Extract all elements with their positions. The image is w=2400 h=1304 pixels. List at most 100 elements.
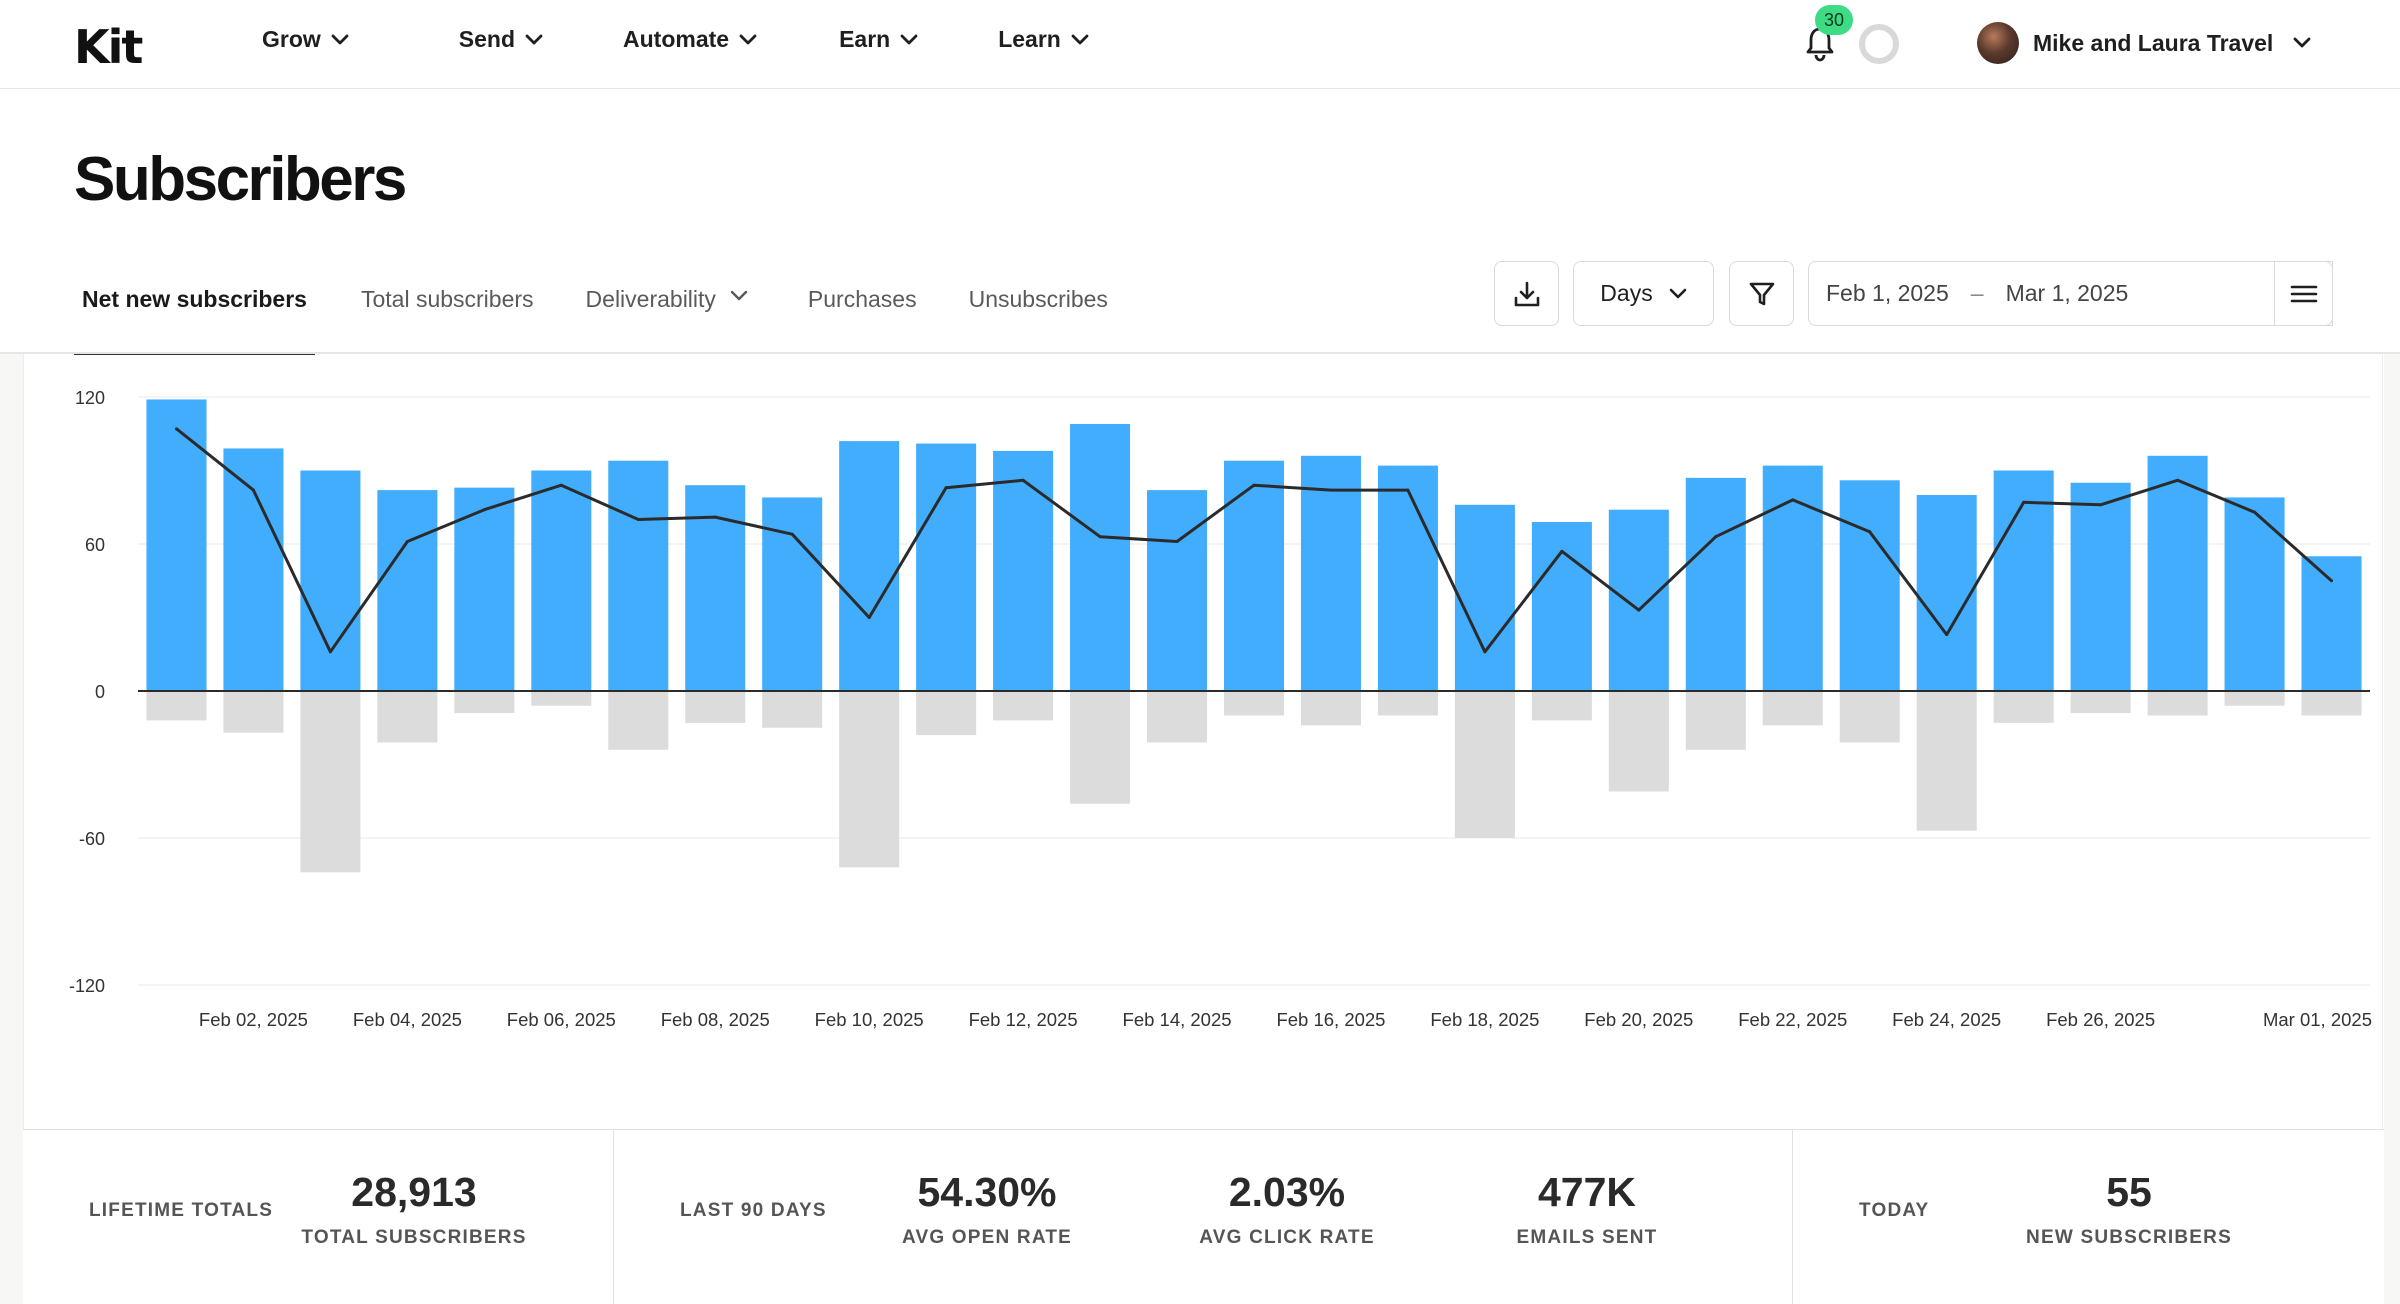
chevron-down-icon (331, 34, 349, 44)
account-menu[interactable]: Mike and Laura Travel (1977, 22, 2311, 64)
nav-send-label: Send (458, 26, 516, 52)
net-new-subscribers-chart: 120 60 0 -60 -120 Feb 02, 2025 Feb 04, 2025 Feb… (69, 388, 2372, 1030)
y-tick-label: 60 (85, 535, 105, 555)
nav-grow[interactable]: Grow (262, 26, 349, 53)
tab-bar: Net new subscribers Total subscribers De… (74, 270, 1116, 355)
unsubscribed-bar (1454, 691, 1515, 838)
nav-send[interactable]: Send (459, 26, 543, 53)
unsubscribed-bar (762, 691, 823, 728)
net-new-point (405, 540, 409, 544)
nav-earn[interactable]: Earn (839, 26, 918, 53)
stat-value: 55 (2106, 1169, 2152, 1215)
avg-open-rate-stat: 54.30% AVG OPEN RATE (902, 1172, 1072, 1249)
tab-deliverability[interactable]: Deliverability (578, 270, 756, 354)
today-group: TODAY 55 NEW SUBSCRIBERS (1793, 1130, 2384, 1304)
net-new-point (1406, 488, 1410, 492)
chevron-down-icon (525, 34, 543, 44)
last-90-days-group: LAST 90 DAYS 54.30% AVG OPEN RATE 2.03% … (614, 1130, 1793, 1304)
unsubscribed-bar (1685, 691, 1746, 750)
date-range-picker[interactable]: Feb 1, 2025 – Mar 1, 2025 (1808, 261, 2333, 326)
unsubscribed-bar (531, 691, 592, 706)
net-new-point (1021, 478, 1025, 482)
subscribed-bar (1531, 521, 1592, 691)
unsubscribed-bar (377, 691, 438, 743)
left-gutter (0, 354, 23, 1304)
unsubscribed-bar (1070, 691, 1131, 804)
date-start[interactable]: Feb 1, 2025 (1826, 280, 1949, 307)
chevron-down-icon (730, 290, 748, 301)
unsubscribed-bar (2070, 691, 2131, 714)
subscribed-bar (2147, 455, 2208, 691)
chart-panel: 120 60 0 -60 -120 Feb 02, 2025 Feb 04, 2025 Feb… (23, 354, 2383, 1129)
preset-menu-button[interactable] (2274, 261, 2333, 326)
y-tick-label: -120 (69, 976, 105, 996)
stat-value: 477K (1537, 1169, 1636, 1215)
stat-value: 28,913 (351, 1169, 477, 1215)
top-navigation: Kit Grow Send Automate Earn Learn 30 Mik… (0, 0, 2400, 89)
unsubscribed-bar (1223, 691, 1285, 716)
x-tick-label: Feb 24, 2025 (1892, 1009, 2001, 1030)
subscribed-bar (1223, 460, 1285, 691)
subscribed-bar (146, 399, 207, 691)
x-tick-label: Feb 06, 2025 (507, 1009, 616, 1030)
stat-label: AVG CLICK RATE (1199, 1227, 1375, 1248)
tab-purchases[interactable]: Purchases (800, 270, 925, 354)
date-separator: – (1970, 280, 1984, 306)
unsubscribed-bar (2147, 691, 2208, 716)
group-label: TODAY (1859, 1200, 1930, 1221)
stat-label: AVG OPEN RATE (901, 1227, 1073, 1248)
subscribed-bar (300, 470, 361, 691)
tab-label: Total subscribers (360, 286, 534, 312)
nav-learn[interactable]: Learn (998, 26, 1089, 53)
net-new-point (1714, 535, 1718, 539)
page-title: Subscribers (74, 145, 407, 214)
unsubscribed-bar (146, 691, 207, 721)
unsubscribed-bar (839, 691, 900, 868)
net-new-point (251, 488, 255, 492)
tab-label: Unsubscribes (968, 286, 1108, 312)
stats-bar: LIFETIME TOTALS 28,913 TOTAL SUBSCRIBERS… (23, 1129, 2384, 1304)
net-new-point (2176, 478, 2180, 482)
net-new-point (1483, 650, 1487, 654)
group-label: LIFETIME TOTALS (89, 1200, 274, 1221)
interval-select[interactable]: Days (1573, 261, 1714, 326)
tab-unsubscribes[interactable]: Unsubscribes (961, 270, 1116, 354)
tab-net-new-subscribers[interactable]: Net new subscribers (74, 270, 315, 355)
loading-ring-icon[interactable] (1859, 24, 1899, 64)
unsubscribed-bar (993, 691, 1054, 721)
unsubscribed-bar (2224, 691, 2285, 706)
new-subscribers-stat: 55 NEW SUBSCRIBERS (2026, 1172, 2232, 1249)
net-new-point (1175, 540, 1179, 544)
subscribed-bar (1839, 480, 1900, 691)
unsubscribed-bar (1377, 691, 1438, 716)
chevron-down-icon (1669, 288, 1687, 298)
net-new-point (482, 508, 486, 512)
tab-total-subscribers[interactable]: Total subscribers (353, 270, 542, 354)
unsubscribed-bar (1300, 691, 1361, 726)
tab-label: Deliverability (585, 286, 716, 312)
unsubscribed-bar (685, 691, 746, 723)
x-tick-label: Feb 10, 2025 (815, 1009, 924, 1030)
date-end[interactable]: Mar 1, 2025 (2006, 280, 2129, 307)
net-new-point (1098, 535, 1102, 539)
nav-automate[interactable]: Automate (623, 26, 757, 53)
net-new-point (559, 483, 563, 487)
stat-label: EMAILS SENT (1516, 1227, 1658, 1248)
filter-button[interactable] (1729, 261, 1794, 326)
download-button[interactable] (1494, 261, 1559, 326)
kit-logo[interactable]: Kit (74, 20, 143, 74)
stat-label: NEW SUBSCRIBERS (2026, 1227, 2232, 1248)
unsubscribed-bar (1993, 691, 2054, 723)
group-label: LAST 90 DAYS (680, 1200, 827, 1221)
avg-click-rate-stat: 2.03% AVG CLICK RATE (1199, 1172, 1374, 1249)
total-subscribers-stat: 28,913 TOTAL SUBSCRIBERS (301, 1172, 526, 1249)
unsubscribed-bar (1608, 691, 1669, 792)
net-new-point (1560, 549, 1564, 553)
notification-badge: 30 (1815, 5, 1853, 35)
y-tick-label: 0 (95, 682, 105, 702)
subscribed-bar (2224, 497, 2285, 691)
x-tick-label: Feb 26, 2025 (2046, 1009, 2155, 1030)
stat-label: TOTAL SUBSCRIBERS (301, 1227, 527, 1248)
net-new-point (1868, 530, 1872, 534)
subscribed-bar (531, 470, 592, 691)
